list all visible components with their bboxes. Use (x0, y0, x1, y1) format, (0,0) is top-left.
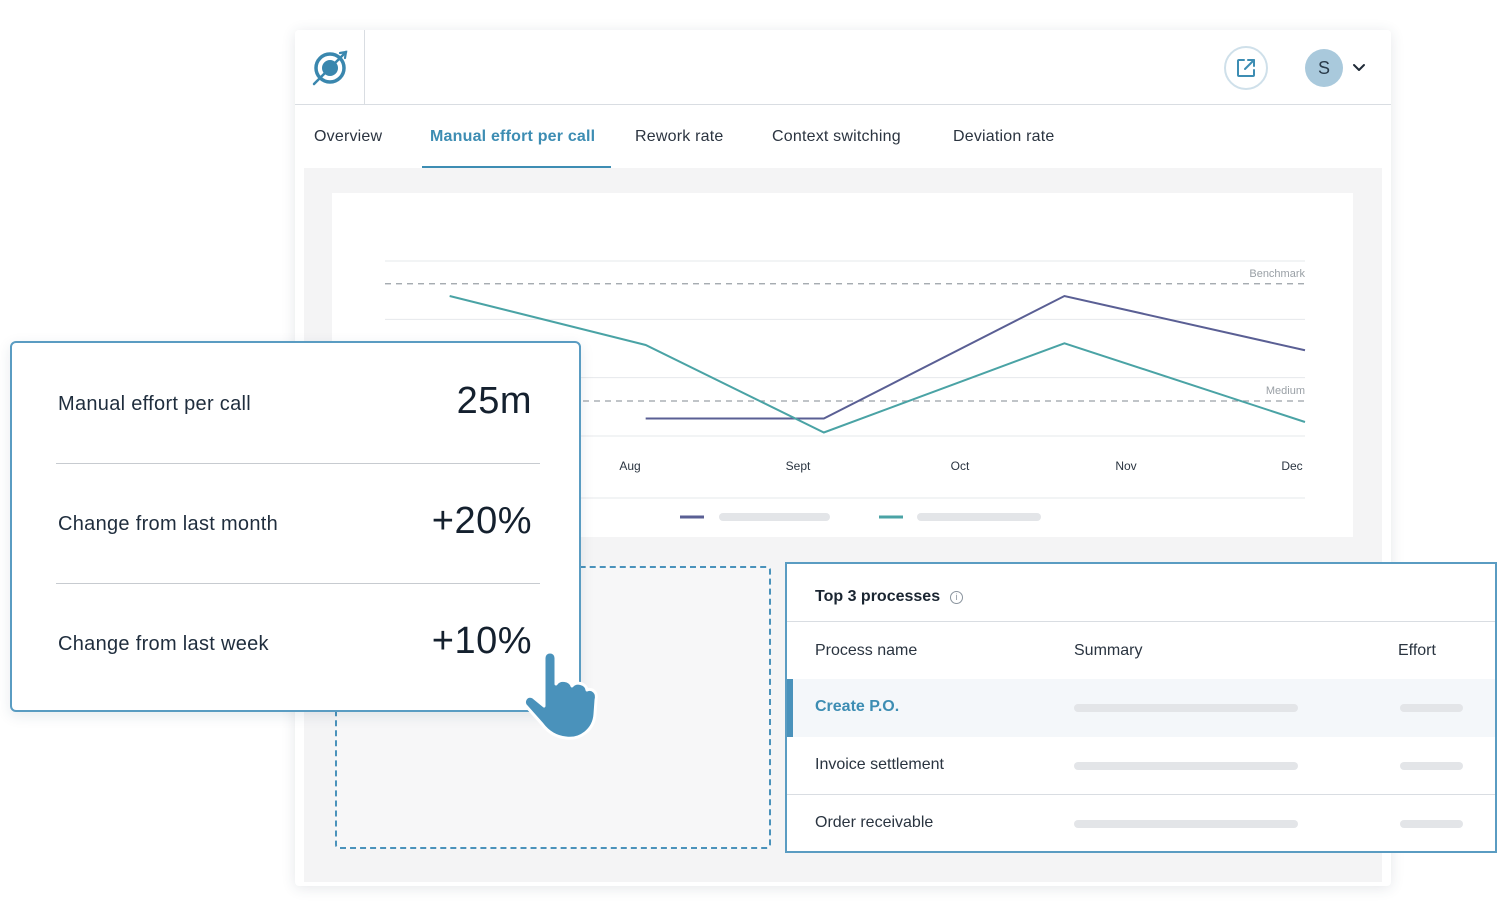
user-avatar[interactable]: S (1305, 49, 1343, 87)
stat-label: Change from last month (58, 513, 279, 535)
tab-bar: Overview Manual effort per call Rework r… (295, 106, 1391, 168)
tab-deviation-rate[interactable]: Deviation rate (953, 106, 1055, 168)
open-external-button[interactable] (1224, 46, 1268, 90)
effort-placeholder (1400, 704, 1463, 712)
legend-label-placeholder (719, 513, 830, 521)
effort-placeholder (1400, 820, 1463, 828)
process-name: Order receivable (815, 814, 934, 831)
process-name: Create P.O. (815, 698, 900, 715)
stat-label: Change from last week (58, 633, 269, 655)
summary-placeholder (1074, 762, 1298, 770)
legend-label-placeholder (917, 513, 1041, 521)
reference-line-label: Benchmark (1249, 268, 1305, 280)
tab-manual-effort[interactable]: Manual effort per call (421, 106, 612, 168)
table-title-text: Top 3 processes (815, 588, 941, 605)
stat-value: 25m (456, 380, 532, 422)
table-title: Top 3 processes i (815, 588, 964, 606)
x-tick-label: Oct (951, 459, 970, 473)
stats-card: Manual effort per call 25m Change from l… (10, 341, 581, 712)
table-row[interactable]: Order receivable (787, 795, 1495, 853)
x-tick-label: Dec (1281, 459, 1302, 473)
top-bar: S (295, 30, 1391, 105)
stat-row[interactable]: Change from last month +20% (56, 463, 540, 583)
series-line (645, 294, 1306, 420)
process-name: Invoice settlement (815, 756, 944, 773)
x-tick-label: Sept (786, 459, 811, 473)
table-row[interactable]: Invoice settlement (787, 737, 1495, 795)
column-header-summary[interactable]: Summary (1074, 642, 1142, 660)
chevron-down-icon[interactable] (1351, 60, 1367, 76)
stat-value: +10% (431, 620, 532, 662)
column-header-process-name[interactable]: Process name (815, 642, 917, 660)
tab-context-switching[interactable]: Context switching (772, 106, 901, 168)
x-tick-label: Aug (619, 459, 640, 473)
tab-rework-rate[interactable]: Rework rate (635, 106, 723, 168)
summary-placeholder (1074, 704, 1298, 712)
reference-line-label: Medium (1266, 385, 1305, 397)
divider (787, 621, 1495, 622)
app-logo[interactable] (295, 30, 365, 105)
pointer-hand-icon (522, 650, 598, 740)
table-row[interactable]: Create P.O. (787, 679, 1495, 737)
info-icon[interactable]: i (950, 590, 964, 604)
column-header-effort[interactable]: Effort (1398, 642, 1436, 660)
stat-value: +20% (431, 500, 532, 542)
effort-placeholder (1400, 762, 1463, 770)
stat-label: Manual effort per call (58, 393, 251, 415)
stat-row[interactable]: Change from last week +10% (56, 583, 540, 703)
external-link-icon (1237, 59, 1255, 77)
x-tick-label: Nov (1115, 459, 1136, 473)
tab-overview[interactable]: Overview (314, 106, 382, 168)
top-processes-card: Top 3 processes i Process name Summary E… (785, 562, 1497, 853)
stat-row[interactable]: Manual effort per call 25m (56, 343, 540, 463)
summary-placeholder (1074, 820, 1298, 828)
logo-icon (312, 50, 347, 85)
